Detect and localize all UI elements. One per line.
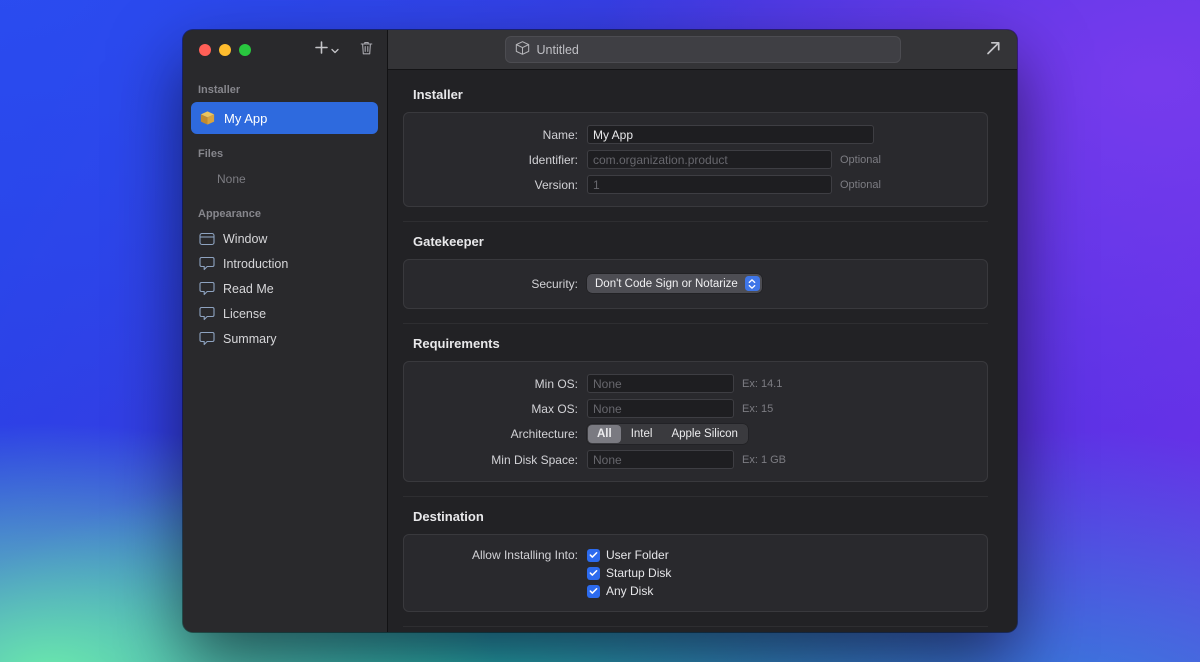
min-os-hint: Ex: 14.1 [742,378,782,390]
installer-panel: Name: Identifier: Optional Version: Opti… [403,112,988,207]
identifier-optional-hint: Optional [840,154,881,166]
checkbox-row-user-folder: User Folder [587,547,671,563]
section-options: Options [403,626,988,632]
min-disk-label: Min Disk Space: [418,453,578,467]
sidebar-item-my-app[interactable]: My App [191,102,378,134]
traffic-lights [199,44,251,56]
name-label: Name: [418,128,578,142]
window-icon [198,232,215,246]
user-folder-checkbox[interactable] [587,549,600,562]
section-title: Destination [413,509,988,524]
sidebar-item-license[interactable]: License [183,301,387,326]
popup-chevrons-icon [745,276,760,291]
any-disk-checkbox[interactable] [587,585,600,598]
min-os-label: Min OS: [418,377,578,391]
sidebar-item-read-me[interactable]: Read Me [183,276,387,301]
checkbox-row-startup-disk: Startup Disk [587,565,671,581]
section-title: Requirements [413,336,988,351]
min-disk-input[interactable] [587,450,734,469]
document-title-field[interactable]: Untitled [505,36,901,63]
segment-apple-silicon[interactable]: Apple Silicon [662,425,746,443]
trash-icon [359,40,374,61]
version-optional-hint: Optional [840,179,881,191]
speech-bubble-icon [198,281,215,296]
close-window-button[interactable] [199,44,211,56]
sidebar-section-appearance: Appearance [183,208,387,224]
package-icon [199,110,216,126]
form-content: Installer Name: Identifier: Optional Ver… [388,70,1017,632]
toolbar: Untitled [388,30,1017,70]
max-os-input[interactable] [587,399,734,418]
sidebar-item-label: License [223,307,266,321]
speech-bubble-icon [198,306,215,321]
sidebar-item-label: Read Me [223,282,274,296]
section-destination: Destination Allow Installing Into: User … [403,496,988,612]
checkbox-label: Any Disk [606,584,653,598]
destination-checkbox-group: User Folder Startup Disk [587,547,671,599]
delete-item-button[interactable] [359,40,374,61]
segment-all[interactable]: All [588,425,621,443]
check-icon [589,569,598,577]
sidebar-header [183,30,387,70]
build-upload-button[interactable] [982,39,1004,61]
max-os-hint: Ex: 15 [742,403,773,415]
section-requirements: Requirements Min OS: Ex: 14.1 Max OS: Ex… [403,323,988,482]
files-empty-state: None [183,172,387,186]
checkbox-row-any-disk: Any Disk [587,583,671,599]
sidebar-item-summary[interactable]: Summary [183,326,387,351]
allow-installing-label: Allow Installing Into: [418,547,578,563]
sidebar-item-label: Summary [223,332,276,346]
check-icon [589,551,598,559]
checkbox-label: Startup Disk [606,566,671,580]
min-disk-hint: Ex: 1 GB [742,454,786,466]
app-window: Installer My App Files None Appearance W… [183,30,1017,632]
speech-bubble-icon [198,256,215,271]
sidebar-section-files: Files [183,148,387,164]
section-gatekeeper: Gatekeeper Security: Don't Code Sign or … [403,221,988,309]
chevron-down-icon [331,41,339,59]
sidebar-section-installer: Installer [183,84,387,100]
checkbox-label: User Folder [606,548,669,562]
requirements-panel: Min OS: Ex: 14.1 Max OS: Ex: 15 Architec… [403,361,988,482]
main-area: Untitled Installer Name: Identifier: [388,30,1017,632]
max-os-label: Max OS: [418,402,578,416]
minimize-window-button[interactable] [219,44,231,56]
arrow-up-right-icon [983,38,1003,63]
zoom-window-button[interactable] [239,44,251,56]
sidebar-item-label: My App [224,111,267,126]
sidebar-item-window[interactable]: Window [183,226,387,251]
document-title: Untitled [537,43,579,57]
version-label: Version: [418,178,578,192]
sidebar: Installer My App Files None Appearance W… [183,30,388,632]
architecture-label: Architecture: [418,427,578,441]
name-input[interactable] [587,125,874,144]
check-icon [589,587,598,595]
gatekeeper-panel: Security: Don't Code Sign or Notarize [403,259,988,309]
security-popup-button[interactable]: Don't Code Sign or Notarize [587,274,762,293]
min-os-input[interactable] [587,374,734,393]
sidebar-item-introduction[interactable]: Introduction [183,251,387,276]
cube-icon [515,40,530,59]
sidebar-item-label: Introduction [223,257,288,271]
sidebar-item-label: Window [223,232,267,246]
add-item-button[interactable] [314,40,339,60]
architecture-segmented-control: All Intel Apple Silicon [587,424,748,444]
version-input[interactable] [587,175,832,194]
speech-bubble-icon [198,331,215,346]
section-title: Installer [413,87,988,102]
destination-panel: Allow Installing Into: User Folder [403,534,988,612]
identifier-label: Identifier: [418,153,578,167]
plus-icon [314,40,329,60]
identifier-input[interactable] [587,150,832,169]
section-title: Gatekeeper [413,234,988,249]
desktop-wallpaper: { "toolbar": { "title": "Untitled" }, "s… [0,0,1200,662]
section-installer: Installer Name: Identifier: Optional Ver… [403,87,988,207]
security-popup-value: Don't Code Sign or Notarize [595,278,738,290]
segment-intel[interactable]: Intel [622,425,662,443]
security-label: Security: [418,277,578,291]
startup-disk-checkbox[interactable] [587,567,600,580]
